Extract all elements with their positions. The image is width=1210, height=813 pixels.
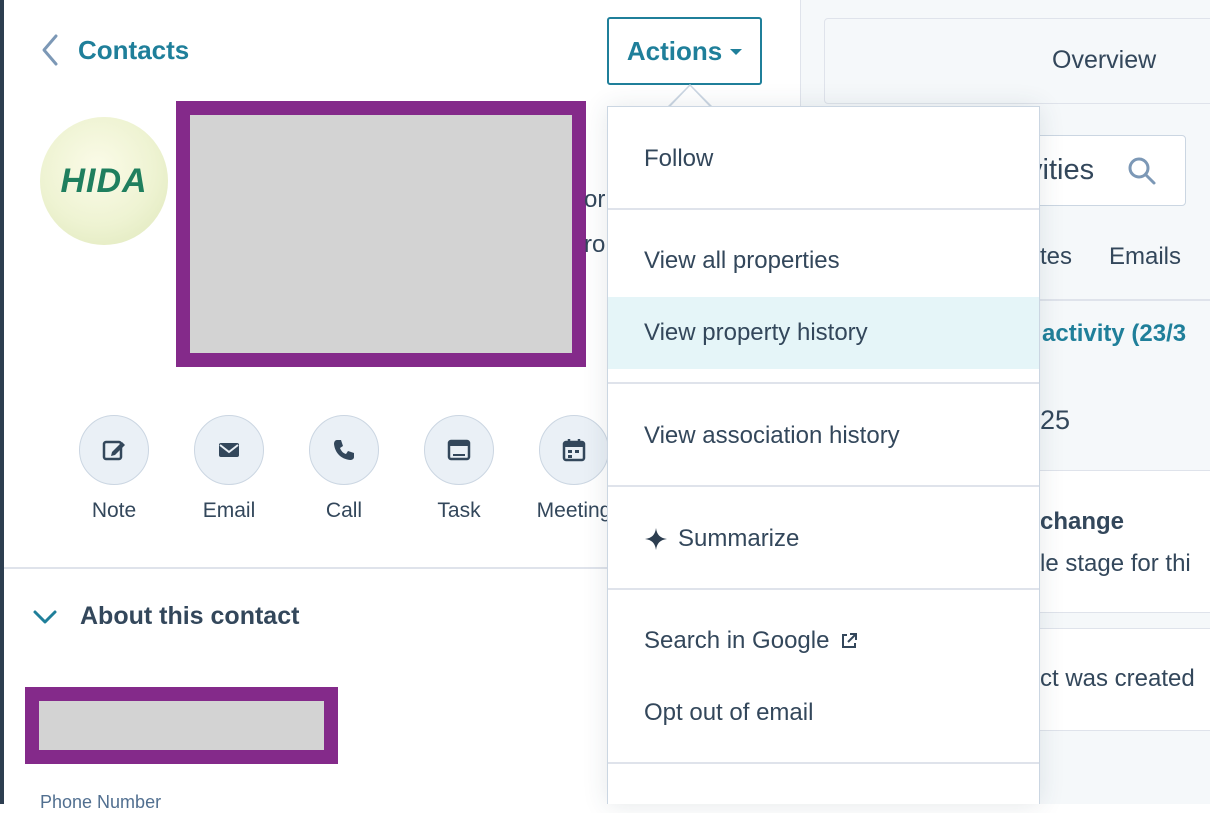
menu-item-label: Follow [644,145,714,172]
quick-action-label: Call [325,499,363,522]
menu-item-label: View association history [644,422,900,449]
activity-card-description: le stage for thi [1040,550,1191,577]
menu-item-label: View property history [644,319,868,346]
caret-down-icon [730,49,743,55]
note-button[interactable] [79,415,149,485]
about-section-title: About this contact [80,602,300,630]
activity-date-heading: 25 [1040,405,1071,435]
menu-item-label: Opt out of email [644,699,814,726]
activity-filter-link[interactable]: activity (23/3 [1042,320,1186,348]
redacted-property-value [25,687,338,764]
menu-divider [608,588,1039,590]
quick-action-task[interactable]: Task [409,415,509,523]
menu-item-view-association-history[interactable]: View association history [608,400,1039,472]
back-link-label: Contacts [78,34,190,65]
menu-item-view-property-history[interactable]: View property history [608,297,1039,369]
menu-divider [608,485,1039,487]
avatar-logo-text: HIDA [60,161,148,200]
menu-item-search-in-google[interactable]: Search in Google [608,605,1039,677]
actions-dropdown-menu: Follow View all properties View property… [607,106,1040,804]
quick-action-label: Note [91,499,137,522]
menu-item-follow[interactable]: Follow [608,129,1039,189]
quick-action-email[interactable]: Email [179,415,279,523]
menu-item-label: Summarize [678,525,800,552]
activity-card [1030,470,1210,613]
task-button[interactable] [424,415,494,485]
email-button[interactable] [194,415,264,485]
about-section-toggle[interactable]: About this contact [32,602,299,631]
menu-item-opt-out-of-email[interactable]: Opt out of email [608,677,1039,749]
quick-action-label: Task [437,499,481,522]
sparkle-icon [645,528,667,550]
tab-overview[interactable]: Overview [1052,46,1156,75]
quick-action-call[interactable]: Call [294,415,394,523]
tab-emails[interactable]: Emails [1109,243,1181,271]
menu-item-label: Search in Google [644,627,830,654]
menu-item-label: View all properties [644,247,840,274]
menu-divider [608,762,1039,764]
chevron-down-icon [33,610,57,623]
email-icon [219,443,239,457]
partial-contact-detail-2: ro [584,231,606,258]
external-link-icon [842,633,858,648]
menu-divider [608,382,1039,384]
chevron-left-icon [42,34,58,66]
activity-card-title: change [1040,508,1125,535]
menu-item-summarize[interactable]: Summarize [608,503,1039,575]
menu-pointer-fill [670,86,710,107]
redacted-contact-name [176,101,586,367]
menu-item-view-all-properties[interactable]: View all properties [608,225,1039,297]
task-icon [447,439,471,461]
phone-number-label: Phone Number [40,792,162,812]
meeting-icon [562,439,586,462]
activity-card-description: ct was created [1040,665,1195,692]
back-to-contacts-link[interactable]: Contacts [38,30,189,70]
menu-divider [608,208,1039,210]
search-icon[interactable] [1127,156,1157,186]
actions-button-label: Actions [626,35,723,66]
quick-action-label: Email [202,499,256,522]
tab-notes[interactable]: tes [1040,243,1072,271]
tabs-underline [1040,299,1210,301]
partial-contact-detail-1: or [584,186,606,213]
quick-action-note[interactable]: Note [64,415,164,523]
meeting-button[interactable] [539,415,609,485]
call-button[interactable] [309,415,379,485]
call-icon [334,440,354,460]
actions-dropdown-button[interactable]: Actions [607,17,762,85]
note-icon [102,440,125,461]
contact-avatar: HIDA [40,117,168,245]
